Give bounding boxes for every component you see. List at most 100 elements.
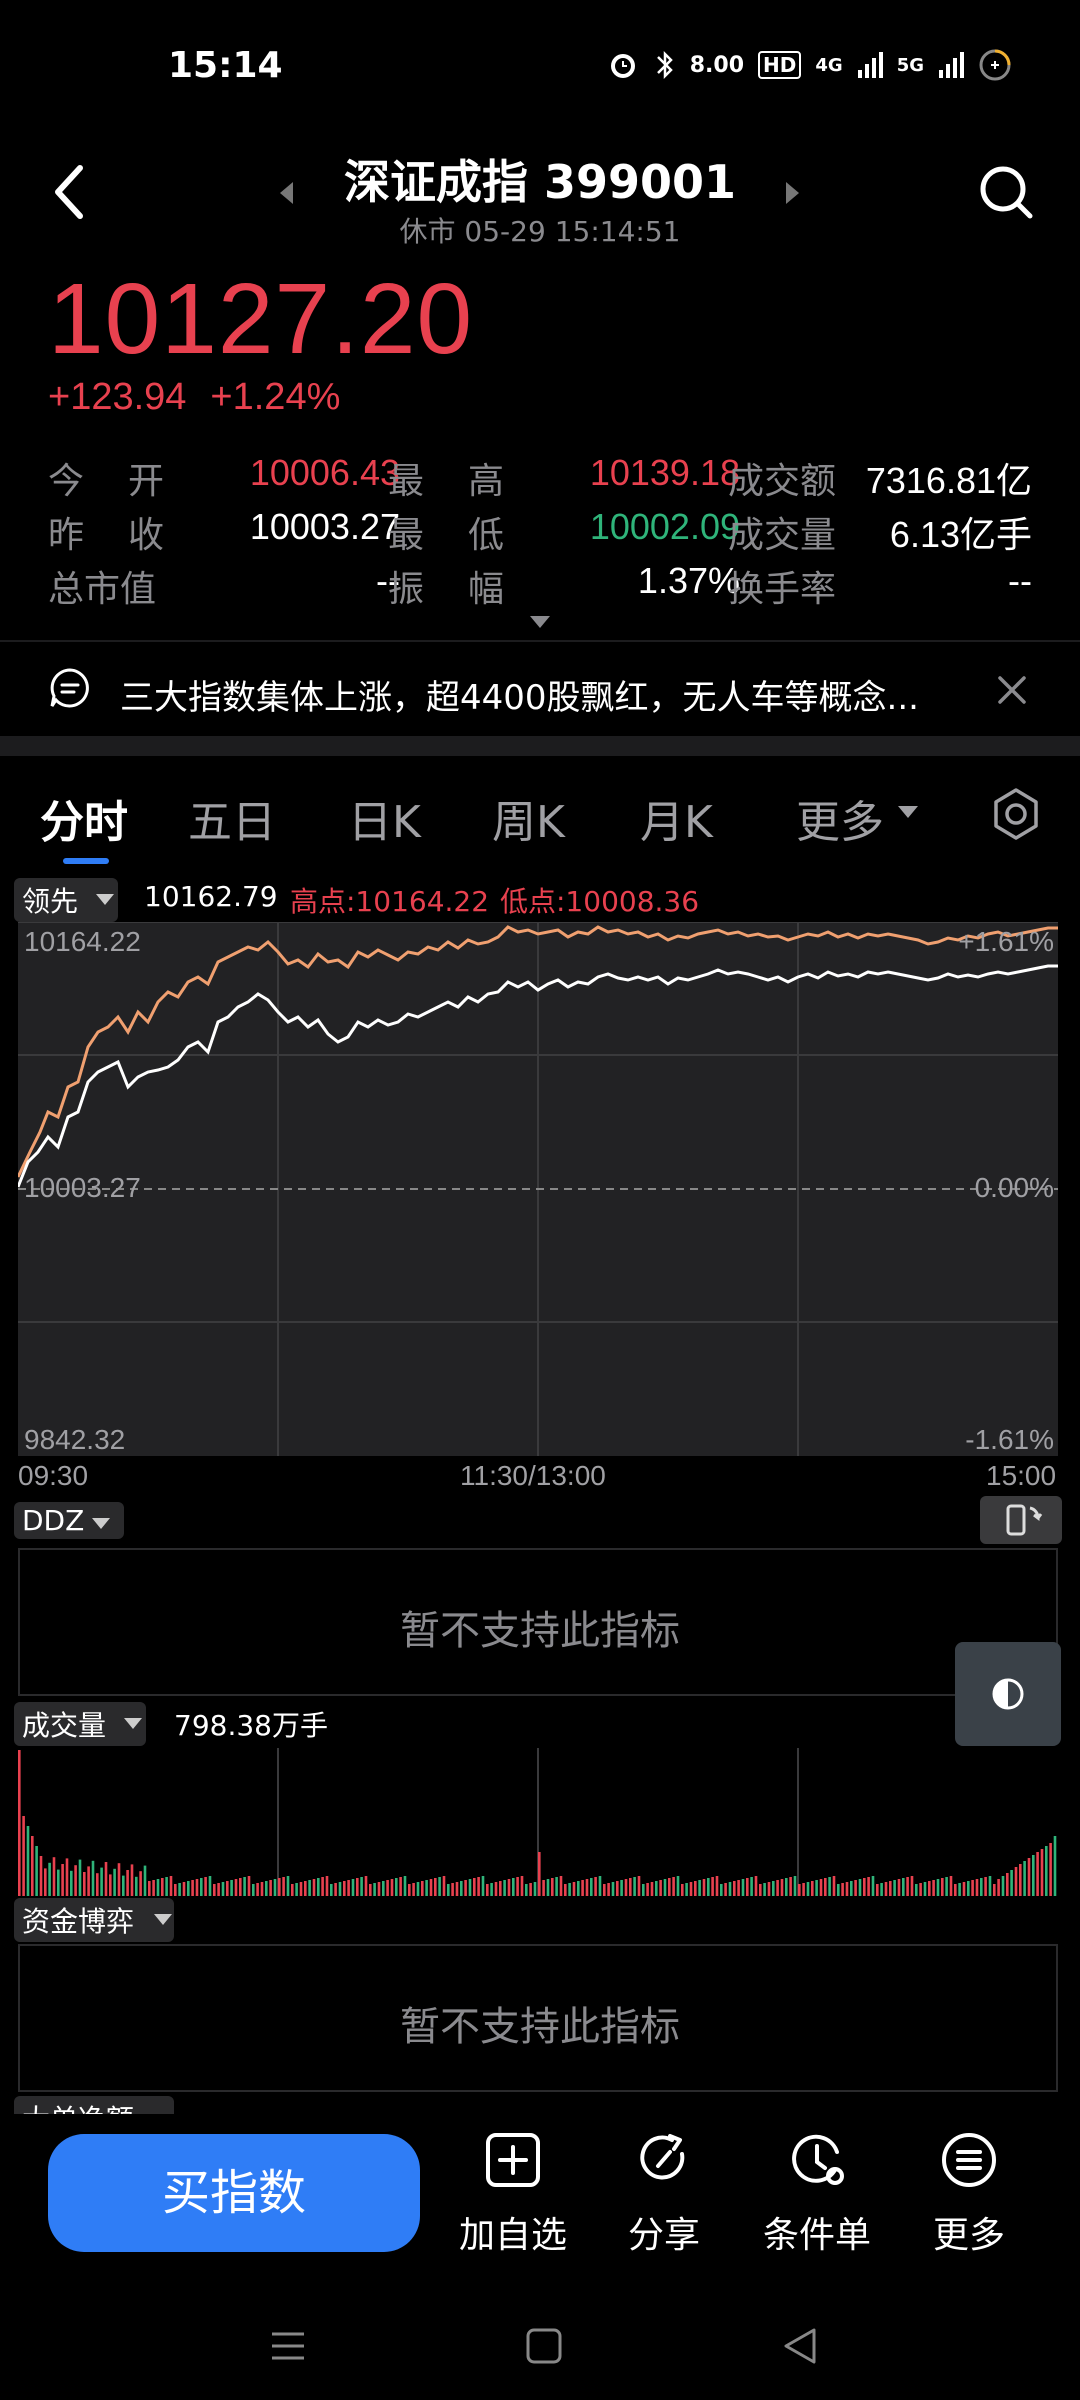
y-axis-bottom: 9842.32	[24, 1424, 126, 1455]
ddz-selector[interactable]: DDZ	[14, 1502, 125, 1544]
lead-selector[interactable]: 领先	[14, 878, 124, 922]
volume-bar	[490, 1883, 493, 1896]
stat-value: 10006.43	[249, 452, 400, 493]
share-label: 分享	[627, 2215, 700, 2256]
tab-intraday[interactable]: 分时	[40, 786, 128, 850]
volume-bar	[746, 1878, 749, 1896]
plus-square-icon	[486, 2133, 540, 2187]
conditional-order-button[interactable]: 条件单	[752, 2130, 882, 2258]
battery-icon	[979, 49, 1011, 81]
volume-bar	[897, 1879, 901, 1896]
volume-bar	[772, 1881, 775, 1896]
stat-label: 振	[388, 569, 425, 610]
volume-bar	[1049, 1843, 1052, 1896]
volume-bar	[308, 1880, 311, 1896]
tab-weekly-k[interactable]: 周K	[492, 786, 565, 850]
tab-monthly-k[interactable]: 月K	[640, 786, 713, 850]
share-button[interactable]: 分享	[599, 2130, 729, 2258]
change-percent: +1.24%	[210, 376, 341, 418]
signal-icon-1	[857, 52, 883, 78]
tab-more[interactable]: 更多	[796, 786, 884, 850]
volume-bar	[338, 1882, 342, 1896]
next-index-arrow[interactable]	[786, 182, 799, 204]
volume-bar	[1010, 1870, 1013, 1896]
volume-bar	[395, 1878, 398, 1896]
tab-five-day[interactable]: 五日	[188, 786, 276, 850]
chevron-down-icon	[124, 1718, 142, 1729]
system-nav-bar	[0, 2290, 1080, 2400]
volume-bar	[200, 1878, 203, 1896]
volume-bar	[403, 1876, 407, 1896]
capital-selector[interactable]: 资金博弈	[14, 1898, 184, 1942]
expand-stats-arrow[interactable]	[530, 616, 550, 628]
volume-bar	[824, 1878, 827, 1896]
volume-bar	[434, 1878, 437, 1896]
bluetooth-icon	[656, 50, 673, 80]
volume-bar	[143, 1865, 147, 1896]
more-button[interactable]: 更多	[904, 2130, 1034, 2258]
volume-bar	[538, 1852, 541, 1896]
buy-index-button[interactable]: 买指数	[48, 2134, 420, 2252]
volume-bar	[65, 1858, 69, 1896]
volume-bar	[759, 1884, 762, 1896]
capital-label[interactable]: 资金博弈	[14, 1898, 175, 1942]
home-icon[interactable]	[524, 2326, 564, 2366]
pct-axis-bottom: -1.61%	[965, 1424, 1054, 1455]
news-text[interactable]: 三大指数集体上涨，超4400股飘红，无人车等概念...	[120, 670, 919, 719]
volume-bar	[182, 1882, 186, 1896]
volume-bar	[590, 1878, 593, 1896]
volume-bar	[494, 1882, 498, 1896]
volume-bar	[551, 1878, 554, 1896]
menu-icon[interactable]	[268, 2326, 308, 2366]
volume-bar	[221, 1882, 225, 1896]
volume-bar	[594, 1877, 597, 1896]
stat-value: 6.13亿手	[889, 514, 1032, 555]
volume-bar	[980, 1878, 983, 1896]
volume-bar	[126, 1870, 129, 1896]
volume-bar	[451, 1883, 454, 1896]
volume-bar	[377, 1882, 381, 1896]
volume-bar	[165, 1877, 168, 1896]
stat-label: 昨	[48, 515, 85, 556]
volume-bar	[642, 1884, 645, 1896]
next-indicator-selector[interactable]: 大单净额	[14, 2096, 184, 2114]
stat-row: 昨 收 10003.27 最 低 10002.09 成交量 6.13亿手	[48, 506, 1038, 560]
back-nav-icon[interactable]	[780, 2326, 820, 2366]
volume-bar	[174, 1884, 177, 1896]
volume-bar	[971, 1880, 974, 1896]
divider	[0, 640, 1080, 642]
volume-bar	[841, 1883, 844, 1896]
volume-bar	[191, 1880, 194, 1896]
volume-bar	[278, 1878, 281, 1896]
tab-daily-k[interactable]: 日K	[348, 786, 421, 850]
floating-tool-button[interactable]	[955, 1642, 1061, 1746]
volume-bar	[603, 1884, 606, 1896]
settings-icon[interactable]	[988, 786, 1044, 842]
volume-bar	[429, 1879, 433, 1896]
volume-bar	[802, 1883, 805, 1896]
next-indicator-label[interactable]: 大单净额	[14, 2096, 175, 2114]
volume-bar	[135, 1876, 138, 1896]
volume-bar	[928, 1881, 931, 1896]
price-change: +123.94 +1.24%	[48, 376, 364, 419]
volume-bar	[100, 1867, 103, 1896]
volume-selector[interactable]: 成交量	[14, 1702, 154, 1746]
volume-bar	[269, 1880, 272, 1896]
time-end: 15:00	[986, 1460, 1057, 1491]
rotate-screen-icon[interactable]	[980, 1496, 1062, 1544]
volume-bar	[685, 1883, 688, 1896]
add-watchlist-button[interactable]: 加自选	[448, 2130, 578, 2258]
volume-bar	[789, 1877, 792, 1896]
volume-bar	[793, 1876, 797, 1896]
volume-bar	[763, 1883, 766, 1896]
search-icon[interactable]	[978, 164, 1034, 220]
volume-bar	[867, 1877, 870, 1896]
volume-bar	[364, 1876, 368, 1896]
volume-bar	[347, 1880, 350, 1896]
volume-bar	[460, 1881, 463, 1896]
close-icon[interactable]	[994, 672, 1030, 708]
pct-axis-mid: 0.00%	[974, 1172, 1054, 1203]
volume-bar	[672, 1877, 675, 1896]
intraday-chart[interactable]: 10164.22 10003.27 9842.32 +1.61% 0.00% -…	[18, 922, 1058, 1456]
volume-bar	[468, 1879, 472, 1896]
